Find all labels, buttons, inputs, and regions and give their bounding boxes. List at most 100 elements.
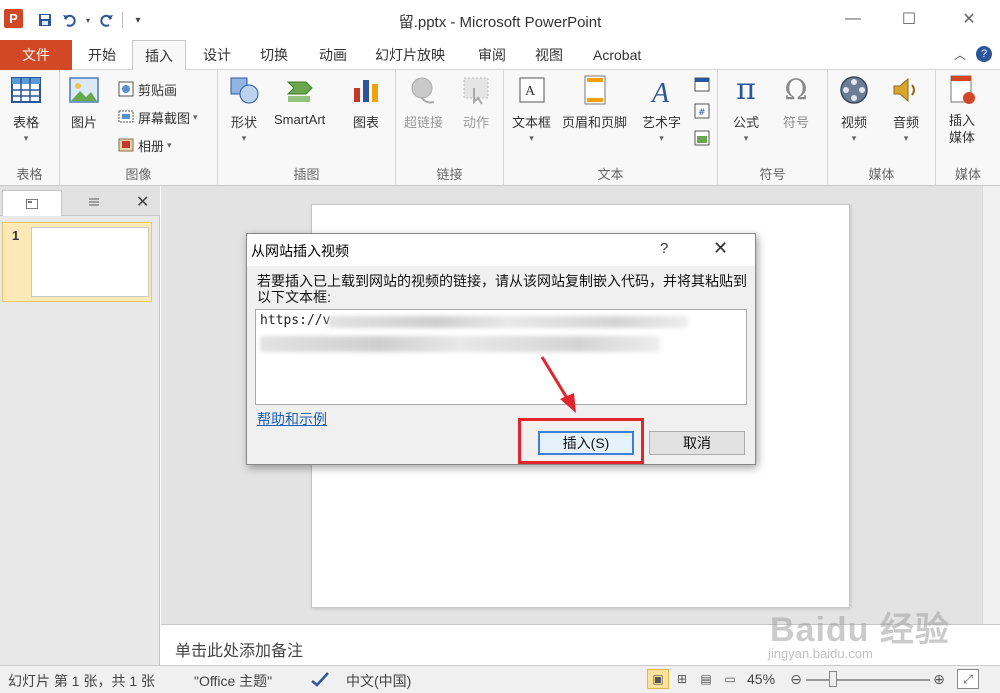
close-pane-icon[interactable]: ✕ <box>136 192 149 212</box>
annotation-arrow-icon <box>540 356 576 413</box>
wordart-button[interactable]: A 艺术字 ▾ <box>642 74 681 144</box>
tab-view[interactable]: 视图 <box>523 40 575 70</box>
maximize-button[interactable]: ☐ <box>886 0 932 38</box>
screenshot-icon <box>118 110 134 123</box>
tab-review[interactable]: 审阅 <box>466 40 518 70</box>
dialog-titlebar: 从网站插入视频 ? ✕ <box>247 234 755 266</box>
status-bar: 幻灯片 第 1 张，共 1 张 "Office 主题" 中文(中国) ▣ ⊞ ▤… <box>0 665 1000 693</box>
object-icon[interactable] <box>694 130 710 146</box>
insert-media-icon <box>950 75 975 104</box>
embed-code-textarea[interactable]: https://v <box>255 309 747 405</box>
screenshot-button[interactable]: 屏幕截图 ▾ <box>118 107 198 127</box>
group-illustrations: 形状 ▾ SmartArt 图表 插图 <box>218 70 396 186</box>
chart-label: 图表 <box>352 115 379 130</box>
close-button[interactable]: ✕ <box>946 0 992 38</box>
help-and-examples-link[interactable]: 帮助和示例 <box>257 409 327 429</box>
ribbon-tabs: 文件 开始 插入 设计 切换 动画 幻灯片放映 审阅 视图 Acrobat ︿ … <box>0 40 1000 71</box>
zoom-in-icon[interactable]: ⊕ <box>928 669 950 689</box>
audio-label: 音频 <box>892 115 919 130</box>
tab-slideshow[interactable]: 幻灯片放映 <box>363 40 457 70</box>
minimize-ribbon-icon[interactable]: ︿ <box>954 46 966 63</box>
audio-button[interactable]: 音频 ▾ <box>890 74 922 144</box>
dialog-title: 从网站插入视频 <box>251 243 349 259</box>
textbox-dropdown-icon: ▾ <box>529 133 534 143</box>
tab-file[interactable]: 文件 <box>0 40 72 70</box>
video-dropdown-icon: ▾ <box>851 133 857 143</box>
table-label: 表格 <box>12 115 39 130</box>
header-footer-label: 页眉和页脚 <box>562 115 628 130</box>
tab-animations[interactable]: 动画 <box>307 40 359 70</box>
group-media-label: 媒体 <box>868 167 895 182</box>
action-button[interactable]: 动作 <box>460 74 492 131</box>
smartart-button[interactable]: SmartArt <box>274 74 325 127</box>
group-links: 超链接 动作 链接 <box>396 70 504 186</box>
smartart-icon <box>286 81 313 102</box>
slide-thumbnail-item[interactable]: 1 <box>2 222 152 302</box>
normal-view-icon[interactable]: ▣ <box>647 669 669 689</box>
screenshot-dropdown-icon: ▾ <box>193 111 198 122</box>
insert-video-from-website-dialog: 从网站插入视频 ? ✕ 若要插入已上载到网站的视频的链接，请从该网站复制嵌入代码… <box>246 233 756 465</box>
group-insert-media: 插入 媒体 媒体 <box>936 70 1000 186</box>
textbox-button[interactable]: A 文本框 ▾ <box>512 74 551 144</box>
picture-button[interactable]: 图片 <box>68 74 100 131</box>
header-footer-button[interactable]: 页眉和页脚 <box>562 74 627 131</box>
slideshow-view-icon[interactable]: ▭ <box>719 669 741 689</box>
vertical-scrollbar[interactable] <box>982 186 1000 624</box>
zoom-slider-track[interactable] <box>806 679 930 681</box>
photo-album-dropdown-icon: ▾ <box>167 139 172 150</box>
cancel-button[interactable]: 取消 <box>649 431 745 455</box>
symbol-button[interactable]: Ω 符号 <box>780 74 812 131</box>
date-time-icon[interactable] <box>694 76 710 92</box>
hyperlink-label: 超链接 <box>404 115 444 130</box>
embed-code-value: https://v <box>260 313 331 328</box>
watermark-brand: Baidu 经验 <box>770 611 950 649</box>
slide-number-icon[interactable]: # <box>694 103 710 119</box>
slides-pane: ✕ 1 <box>0 186 160 665</box>
tab-home[interactable]: 开始 <box>76 40 128 70</box>
clipart-label: 剪贴画 <box>138 82 178 98</box>
slide-info: 幻灯片 第 1 张，共 1 张 <box>8 673 156 689</box>
spell-check-icon[interactable] <box>310 671 330 687</box>
dialog-help-icon[interactable]: ? <box>660 240 668 257</box>
tab-acrobat[interactable]: Acrobat <box>581 40 653 70</box>
slide-thumbnail[interactable] <box>31 227 149 297</box>
photo-album-button[interactable]: 相册 ▾ <box>118 135 172 155</box>
audio-dropdown-icon: ▾ <box>903 133 909 143</box>
table-button[interactable]: 表格 ▾ <box>10 74 42 144</box>
annotation-highlight-box <box>518 418 644 464</box>
group-images: 图片 剪贴画 屏幕截图 ▾ 相册 ▾ 图像 <box>60 70 218 186</box>
chart-button[interactable]: 图表 <box>350 74 382 131</box>
film-reel-icon <box>840 76 868 104</box>
reading-view-icon[interactable]: ▤ <box>695 669 717 689</box>
help-icon[interactable]: ? <box>976 46 992 62</box>
fit-to-window-icon[interactable]: ⤢ <box>957 669 979 689</box>
zoom-slider-thumb[interactable] <box>829 671 837 687</box>
group-tables: 表格 ▾ 表格 <box>0 70 60 186</box>
blurred-text <box>328 316 688 328</box>
shapes-button[interactable]: 形状 ▾ <box>228 74 260 144</box>
tab-transitions[interactable]: 切换 <box>248 40 300 70</box>
group-media: 视频 ▾ 音频 ▾ 媒体 <box>828 70 936 186</box>
video-button[interactable]: 视频 ▾ <box>838 74 870 144</box>
group-illustrations-label: 插图 <box>293 167 320 182</box>
tab-insert[interactable]: 插入 <box>132 40 186 71</box>
tab-design[interactable]: 设计 <box>191 40 243 70</box>
baidu-watermark: Baidu 经验 jingyan.baidu.com <box>760 588 1000 668</box>
dialog-close-icon[interactable]: ✕ <box>713 238 728 259</box>
zoom-level[interactable]: 45% <box>747 671 775 687</box>
minimize-button[interactable]: — <box>830 0 876 38</box>
slide-sorter-view-icon[interactable]: ⊞ <box>671 669 693 689</box>
equation-dropdown-icon: ▾ <box>743 133 749 143</box>
tab-slides-thumbnails[interactable] <box>2 190 62 216</box>
screenshot-label: 屏幕截图 <box>138 110 191 126</box>
clipart-button[interactable]: 剪贴画 <box>118 79 177 99</box>
tab-outline[interactable] <box>64 190 124 216</box>
wordart-icon: A <box>650 78 670 106</box>
hyperlink-button[interactable]: 超链接 <box>404 74 443 131</box>
symbol-label: 符号 <box>782 115 809 130</box>
insert-media-button[interactable]: 插入 媒体 <box>946 74 978 146</box>
equation-button[interactable]: π 公式 ▾ <box>730 74 762 144</box>
language[interactable]: 中文(中国) <box>346 671 411 691</box>
theme-name[interactable]: "Office 主题" <box>194 671 272 691</box>
zoom-out-icon[interactable]: ⊖ <box>785 669 807 689</box>
